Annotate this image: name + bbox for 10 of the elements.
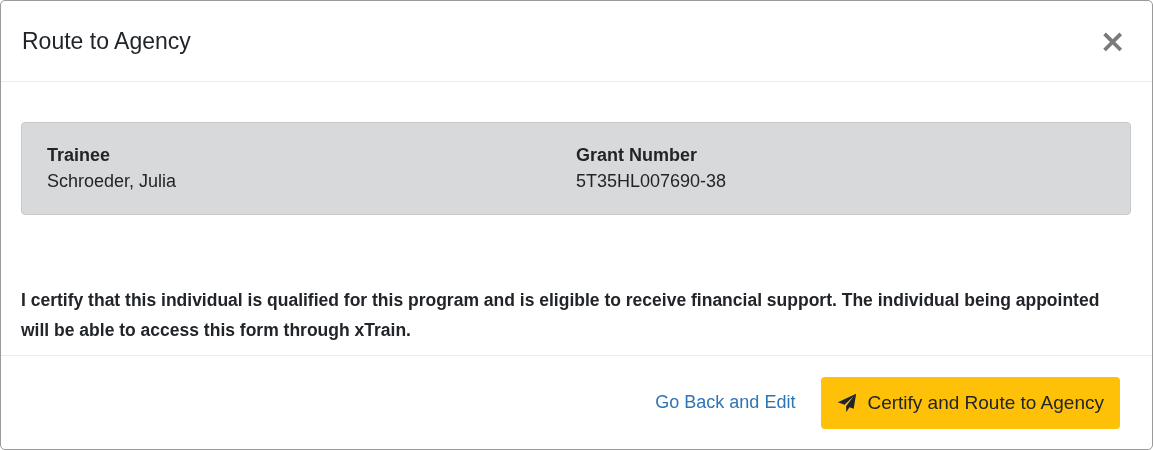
field-value: 5T35HL007690-38	[576, 171, 728, 192]
back-link[interactable]: Go Back and Edit	[655, 392, 796, 413]
field-value: Schroeder, Julia	[47, 171, 178, 192]
dialog-title: Route to Agency	[22, 27, 191, 55]
close-button[interactable]: ×	[1093, 25, 1132, 57]
paper-plane-icon	[837, 392, 858, 413]
certification-text: I certify that this individual is qualified for this program and is eligible to receive financial support. The individual being appointed will be able to access this form through xTrain.	[21, 289, 1101, 342]
field-label: Trainee	[47, 145, 112, 166]
field-label: Grant Number	[576, 145, 699, 166]
submit-button[interactable]: Certify and Route to Agency	[821, 376, 1120, 429]
